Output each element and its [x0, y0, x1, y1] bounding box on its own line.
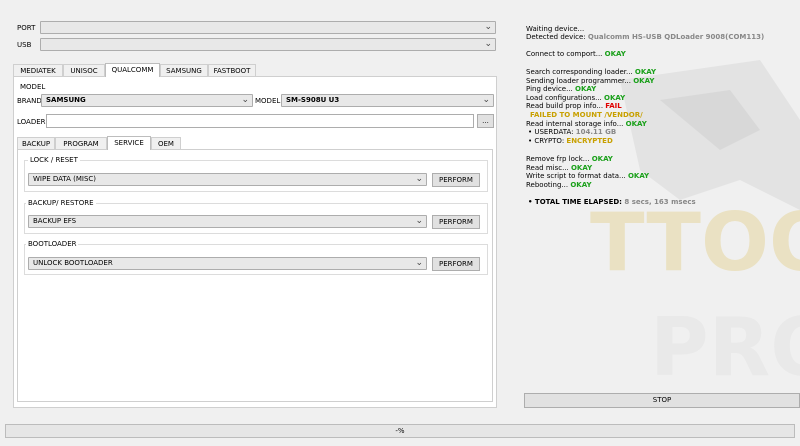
lock-reset-perform-button[interactable]: PERFORM: [432, 173, 480, 187]
usb-label: USB: [17, 41, 32, 49]
chevron-down-icon: ⌄: [415, 216, 423, 226]
tab-service[interactable]: SERVICE: [107, 136, 151, 150]
loader-browse-button[interactable]: ...: [477, 114, 494, 128]
log-line: Waiting device...: [526, 25, 585, 33]
log-line: Write script to format data... OKAY: [526, 172, 650, 180]
backup-restore-select[interactable]: BACKUP EFS ⌄: [28, 215, 427, 228]
log-line: Rebooting... OKAY: [526, 181, 592, 189]
backup-restore-title: BACKUP/ RESTORE: [26, 199, 96, 207]
chevron-down-icon: ⌄: [484, 22, 492, 32]
lock-reset-option: WIPE DATA (MISC): [33, 175, 97, 183]
progress-label: -%: [395, 427, 405, 435]
watermark-line1: TTOO: [590, 196, 800, 289]
bootloader-title: BOOTLOADER: [26, 240, 79, 248]
watermark-line2: PRO: [650, 301, 800, 390]
backup-restore-perform-button[interactable]: PERFORM: [432, 215, 480, 229]
log-line: • USERDATA: 104.11 GB: [528, 128, 617, 136]
chevron-down-icon: ⌄: [484, 39, 492, 49]
loader-label: LOADER: [17, 118, 46, 126]
chevron-down-icon: ⌄: [415, 174, 423, 184]
progress-bar: -%: [5, 424, 795, 438]
model-label: MODEL: [255, 97, 281, 105]
model-value: SM-S908U U3: [286, 96, 340, 104]
lock-reset-title: LOCK / RESET: [28, 156, 80, 164]
log-line: Sending loader programmer... OKAY: [526, 77, 655, 85]
bootloader-option: UNLOCK BOOTLOADER: [33, 259, 113, 267]
brand-label: BRAND: [17, 97, 42, 105]
bootloader-perform-button[interactable]: PERFORM: [432, 257, 480, 271]
log-line: Connect to comport... OKAY: [526, 50, 626, 58]
log-line: FAILED TO MOUNT /VENDOR/: [530, 111, 643, 119]
log-line: Ping device... OKAY: [526, 85, 597, 93]
log-line: Load configurations... OKAY: [526, 94, 626, 102]
chevron-down-icon: ⌄: [482, 95, 490, 105]
lock-reset-select[interactable]: WIPE DATA (MISC) ⌄: [28, 173, 427, 186]
chevron-down-icon: ⌄: [415, 258, 423, 268]
brand-value: SAMSUNG: [46, 96, 86, 104]
model-group-label: MODEL: [20, 83, 46, 91]
chevron-down-icon: ⌄: [241, 95, 249, 105]
log-line-total: • TOTAL TIME ELAPSED: 8 secs, 163 msecs: [528, 198, 696, 206]
backup-restore-option: BACKUP EFS: [33, 217, 77, 225]
log-line: Read misc... OKAY: [526, 164, 593, 172]
port-label: PORT: [17, 24, 36, 32]
log-line: Read build prop info... FAIL: [526, 102, 622, 110]
log-line: Read internal storage info... OKAY: [526, 120, 647, 128]
tab-qualcomm[interactable]: QUALCOMM: [105, 63, 160, 77]
usb-select[interactable]: ⌄: [40, 38, 496, 51]
loader-input[interactable]: [46, 114, 474, 128]
log-line: Detected device: Qualcomm HS-USB QDLoade…: [526, 33, 765, 41]
port-select[interactable]: ⌄: [40, 21, 496, 34]
log-line: • CRYPTO: ENCRYPTED: [528, 137, 613, 145]
log-line: Remove frp lock... OKAY: [526, 155, 613, 163]
stop-button[interactable]: STOP: [524, 393, 800, 408]
log-line: Search corresponding loader... OKAY: [526, 68, 657, 76]
bootloader-select[interactable]: UNLOCK BOOTLOADER ⌄: [28, 257, 427, 270]
model-select[interactable]: SM-S908U U3 ⌄: [281, 94, 494, 107]
brand-select[interactable]: SAMSUNG ⌄: [41, 94, 253, 107]
